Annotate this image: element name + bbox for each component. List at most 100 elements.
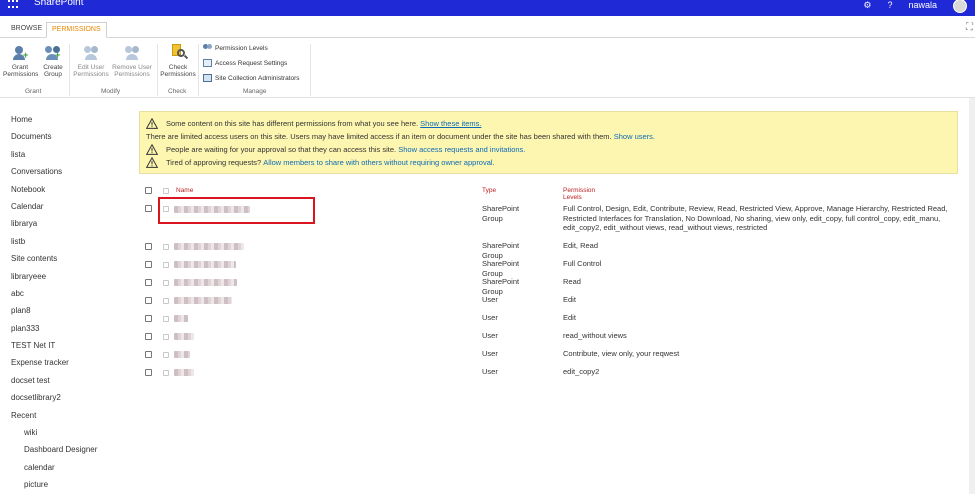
- row-checkbox[interactable]: [145, 297, 152, 304]
- column-header-type[interactable]: Type: [482, 187, 496, 194]
- row-checkbox[interactable]: [145, 261, 152, 268]
- permission-levels-icon: [203, 44, 212, 52]
- nav-item-abc[interactable]: abc: [11, 288, 131, 305]
- site-collection-administrators-icon: [203, 74, 212, 82]
- nav-item-conversations[interactable]: Conversations: [11, 166, 131, 183]
- group-label-check: Check: [168, 88, 187, 95]
- allow-member-sharing-link[interactable]: Allow members to share with others witho…: [263, 158, 494, 167]
- nav-item-docset-test[interactable]: docset test: [11, 375, 131, 392]
- check-permissions-icon: [168, 44, 189, 62]
- permission-levels-button[interactable]: Permission Levels: [203, 44, 268, 52]
- row-type: SharePoint Group: [482, 259, 520, 278]
- tab-permissions[interactable]: PERMISSIONS: [46, 22, 107, 38]
- select-all-checkbox[interactable]: [145, 187, 152, 194]
- row-select-icon: [163, 370, 169, 376]
- nav-item-docsetlibrary2[interactable]: docsetlibrary2: [11, 392, 131, 409]
- redacted-name[interactable]: [174, 315, 188, 322]
- banner-text: People are waiting for your approval so …: [166, 144, 397, 154]
- nav-item-notebook[interactable]: Notebook: [11, 184, 131, 201]
- show-these-items-link[interactable]: Show these items.: [420, 119, 481, 128]
- nav-item-plan333[interactable]: plan333: [11, 323, 131, 340]
- app-launcher-icon[interactable]: [8, 0, 20, 9]
- row-checkbox[interactable]: [145, 205, 152, 212]
- group-label-grant: Grant: [25, 88, 42, 95]
- row-checkbox[interactable]: [145, 315, 152, 322]
- nav-item-wiki[interactable]: wiki: [11, 427, 131, 444]
- row-select-icon: [163, 280, 169, 286]
- group-separator: [310, 44, 311, 96]
- redacted-name[interactable]: [174, 279, 237, 286]
- check-permissions-button[interactable]: Check Permissions: [160, 44, 196, 78]
- row-checkbox[interactable]: [145, 351, 152, 358]
- nav-item-lista[interactable]: lista: [11, 149, 131, 166]
- row-type: User: [482, 295, 498, 304]
- gear-icon[interactable]: ⚙: [863, 0, 871, 11]
- nav-item-dashboard-designer[interactable]: Dashboard Designer: [11, 444, 131, 461]
- row-checkbox[interactable]: [145, 333, 152, 340]
- suite-right-controls: ⚙ ? nawala: [863, 0, 967, 13]
- redacted-name[interactable]: [174, 351, 190, 358]
- brand-title[interactable]: SharePoint: [34, 0, 83, 8]
- nav-item-expense-tracker[interactable]: Expense tracker: [11, 357, 131, 374]
- banner-line-tired-of-approving: Tired of approving requests? Allow membe…: [145, 156, 495, 168]
- nav-item-plan8[interactable]: plan8: [11, 305, 131, 322]
- remove-user-permissions-icon: [122, 44, 142, 62]
- left-navigation: Home Documents lista Conversations Noteb…: [11, 114, 131, 494]
- nav-item-picture[interactable]: picture: [11, 479, 131, 494]
- row-checkbox[interactable]: [145, 279, 152, 286]
- redacted-name[interactable]: [174, 261, 236, 268]
- nav-item-calendar-recent[interactable]: calendar: [11, 462, 131, 479]
- redacted-name[interactable]: [174, 333, 194, 340]
- row-checkbox[interactable]: [145, 369, 152, 376]
- question-icon[interactable]: ?: [887, 0, 892, 10]
- remove-user-permissions-button[interactable]: Remove User Permissions: [111, 44, 153, 78]
- user-name[interactable]: nawala: [908, 0, 937, 10]
- banner-line-limited-access: There are limited access users on this s…: [146, 130, 655, 142]
- banner-line-unique-permissions: Some content on this site has different …: [145, 117, 481, 129]
- grant-permissions-icon: +: [10, 44, 30, 62]
- ribbon-permissions: + Grant Permissions + Create Group Edit …: [0, 38, 975, 98]
- banner-text: Some content on this site has different …: [166, 118, 419, 128]
- ribbon-tabs: BROWSE PERMISSIONS ⛶: [0, 16, 975, 38]
- show-users-link[interactable]: Show users.: [614, 132, 655, 141]
- redacted-name[interactable]: [174, 243, 244, 250]
- row-permission-levels: Full Control, Design, Edit, Contribute, …: [563, 204, 948, 232]
- nav-item-documents[interactable]: Documents: [11, 131, 131, 148]
- row-checkbox[interactable]: [145, 243, 152, 250]
- row-permission-levels: read_without views: [563, 331, 627, 340]
- column-header-permission-levels[interactable]: Permission Levels: [563, 187, 595, 201]
- redacted-name[interactable]: [174, 297, 232, 304]
- nav-item-calendar[interactable]: Calendar: [11, 201, 131, 218]
- avatar[interactable]: [953, 0, 967, 13]
- nav-item-listb[interactable]: listb: [11, 236, 131, 253]
- nav-item-librarya[interactable]: librarya: [11, 218, 131, 235]
- create-group-button[interactable]: + Create Group: [40, 44, 66, 78]
- nav-item-test-net-it[interactable]: TEST Net IT: [11, 340, 131, 357]
- vertical-scrollbar[interactable]: [969, 98, 975, 494]
- group-label-modify: Modify: [101, 88, 121, 95]
- grant-permissions-button[interactable]: + Grant Permissions: [3, 44, 39, 78]
- nav-item-recent[interactable]: Recent: [11, 410, 131, 427]
- permissions-status-banner: Some content on this site has different …: [139, 111, 958, 174]
- tab-browse[interactable]: BROWSE: [6, 22, 47, 38]
- access-request-settings-button[interactable]: Access Request Settings: [203, 59, 287, 67]
- column-header-name[interactable]: Name: [176, 187, 193, 194]
- row-permission-levels: Contribute, view only, your reqwest: [563, 349, 680, 358]
- focus-on-content-icon[interactable]: ⛶: [966, 22, 973, 33]
- site-collection-administrators-label: Site Collection Administrators: [215, 74, 300, 82]
- group-separator: [157, 44, 158, 96]
- access-request-settings-label: Access Request Settings: [215, 59, 288, 67]
- banner-text: Tired of approving requests?: [166, 157, 262, 167]
- nav-item-home[interactable]: Home: [11, 114, 131, 131]
- show-access-requests-link[interactable]: Show access requests and invitations.: [398, 145, 525, 154]
- site-collection-administrators-button[interactable]: Site Collection Administrators: [203, 74, 300, 82]
- nav-item-site-contents[interactable]: Site contents: [11, 253, 131, 270]
- banner-line-pending-approval: People are waiting for your approval so …: [145, 143, 525, 155]
- nav-item-libraryeee[interactable]: libraryeee: [11, 271, 131, 288]
- row-type: User: [482, 313, 498, 322]
- row-permission-levels: Edit: [563, 313, 576, 322]
- row-select-icon: [163, 244, 169, 250]
- edit-user-permissions-button[interactable]: Edit User Permissions: [72, 44, 110, 78]
- grant-permissions-label: Grant Permissions: [3, 64, 39, 78]
- redacted-name[interactable]: [174, 369, 194, 376]
